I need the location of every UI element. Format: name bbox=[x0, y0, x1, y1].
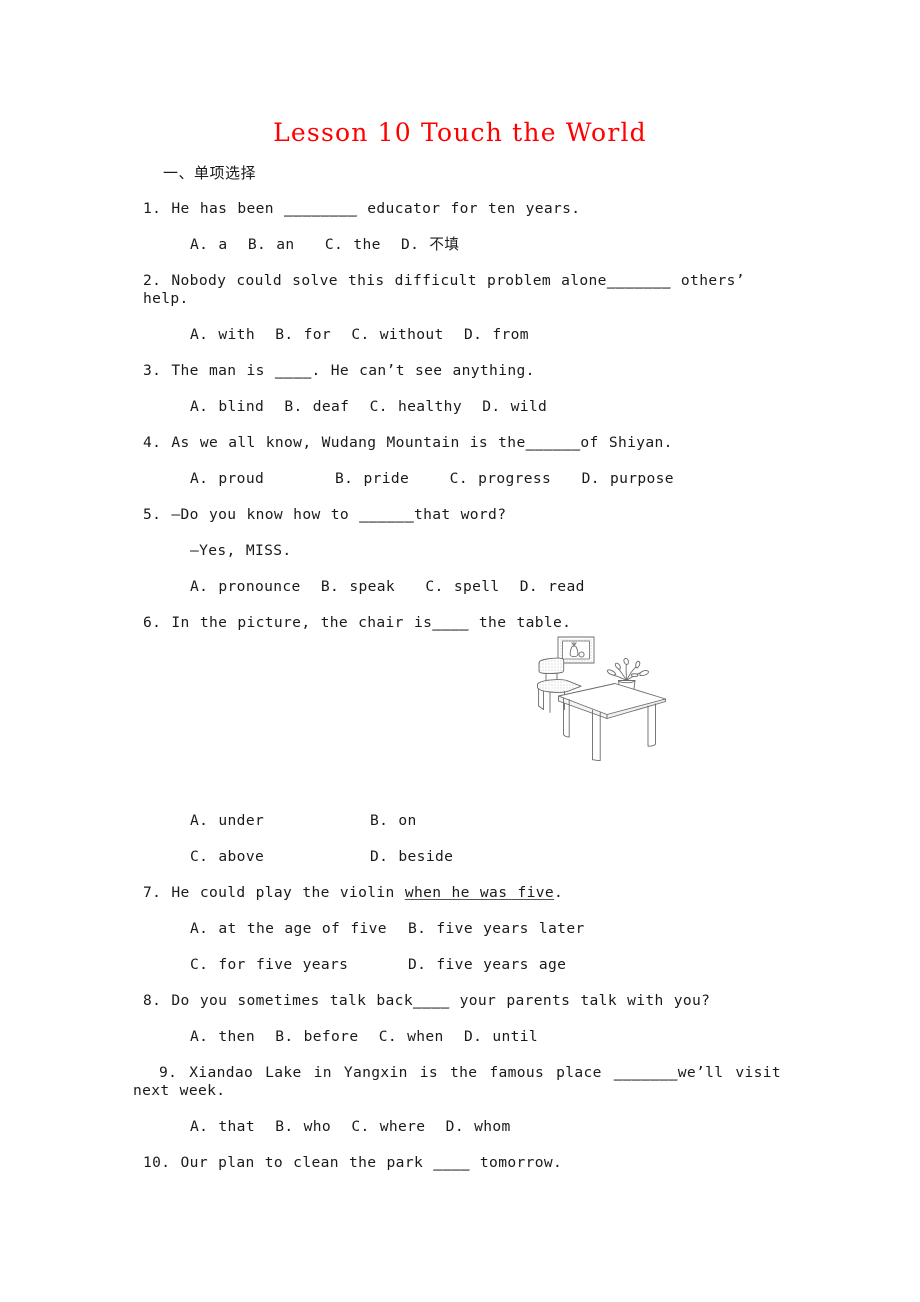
q6-option-d[interactable]: D. beside bbox=[370, 848, 453, 866]
q3-blank[interactable]: ____ bbox=[275, 362, 312, 379]
q6-option-a[interactable]: A. under bbox=[190, 812, 370, 830]
question-6-illustration bbox=[524, 624, 674, 764]
q7-option-c[interactable]: C. for five years bbox=[190, 956, 408, 974]
q7-option-a[interactable]: A. at the age of five bbox=[190, 920, 408, 938]
question-5-reply-line: —Yes, MISS. bbox=[190, 542, 292, 559]
q8-text-after: your parents talk with you? bbox=[449, 992, 711, 1009]
q10-blank[interactable]: ____ bbox=[433, 1154, 470, 1171]
q4-blank[interactable]: ______ bbox=[526, 434, 581, 451]
question-9-stem: 9. Xiandao Lake in Yangxin is the famous… bbox=[133, 1064, 781, 1100]
q5-text-before: 5. —Do you know how to bbox=[143, 506, 360, 523]
page-title: Lesson 10 Touch the World bbox=[273, 118, 647, 147]
question-5-options[interactable]: A. pronounce B. speak C. spell D. read bbox=[133, 578, 747, 596]
q3-text-after: . He can’t see anything. bbox=[311, 362, 535, 379]
q6-blank[interactable]: ____ bbox=[432, 614, 469, 631]
q4-text-before: 4. As we all know, Wudang Mountain is th… bbox=[143, 434, 526, 451]
question-6-options-row-2[interactable]: C. above D. beside bbox=[133, 848, 747, 866]
q5-blank[interactable]: ______ bbox=[359, 506, 414, 523]
question-7-stem: 7. He could play the violin when he was … bbox=[133, 884, 747, 902]
table-icon bbox=[558, 683, 666, 762]
q2-blank[interactable]: _______ bbox=[607, 272, 671, 289]
question-8-stem: 8. Do you sometimes talk back____ your p… bbox=[133, 992, 747, 1010]
q1-blank[interactable]: ________ bbox=[284, 200, 357, 217]
q7-text-before: 7. He could play the violin bbox=[143, 884, 405, 901]
question-1-stem: 1. He has been ________ educator for ten… bbox=[133, 200, 747, 218]
q1-text-after: educator for ten years. bbox=[357, 200, 581, 217]
q7-underlined-phrase: when he was five bbox=[404, 884, 555, 901]
q10-text-after: tomorrow. bbox=[469, 1154, 563, 1171]
question-8-options[interactable]: A. then B. before C. when D. until bbox=[133, 1028, 747, 1046]
question-3-stem: 3. The man is ____. He can’t see anythin… bbox=[133, 362, 747, 380]
q1-text-before: 1. He has been bbox=[143, 200, 285, 217]
q6-option-b[interactable]: B. on bbox=[370, 812, 417, 830]
q6-text-before: 6. In the picture, the chair is bbox=[143, 614, 433, 631]
q9-text-before: 9. Xiandao Lake in Yangxin is the famous… bbox=[159, 1064, 614, 1081]
q2-text-before: 2. Nobody could solve this difficult pro… bbox=[143, 272, 607, 289]
question-1-options[interactable]: A. a B. an C. the D. 不填 bbox=[133, 236, 747, 254]
q4-text-after: of Shiyan. bbox=[580, 434, 673, 451]
question-4-options[interactable]: A. proud B. pride C. progress D. purpose bbox=[133, 470, 747, 488]
q7-option-d[interactable]: D. five years age bbox=[408, 956, 566, 974]
q7-option-b[interactable]: B. five years later bbox=[408, 920, 585, 938]
room-scene-svg bbox=[537, 636, 666, 762]
question-7-options-row-2[interactable]: C. for five years D. five years age bbox=[133, 956, 747, 974]
q5-text-after: that word? bbox=[413, 506, 507, 523]
question-7-options-row-1[interactable]: A. at the age of five B. five years late… bbox=[133, 920, 747, 938]
q9-blank[interactable]: _______ bbox=[614, 1064, 678, 1081]
document-page: Lesson 10 Touch the World 一、单项选择 1. He h… bbox=[0, 0, 920, 1302]
question-4-stem: 4. As we all know, Wudang Mountain is th… bbox=[133, 434, 747, 452]
question-5-stem: 5. —Do you know how to ______that word? bbox=[133, 506, 747, 524]
question-2-options[interactable]: A. with B. for C. without D. from bbox=[133, 326, 747, 344]
q7-text-after: . bbox=[554, 884, 564, 901]
question-6-options-row-1[interactable]: A. under B. on bbox=[133, 812, 747, 830]
question-9-options[interactable]: A. that B. who C. where D. whom bbox=[133, 1118, 747, 1136]
q3-text-before: 3. The man is bbox=[143, 362, 275, 379]
q10-text-before: 10. Our plan to clean the park bbox=[143, 1154, 434, 1171]
question-3-options[interactable]: A. blind B. deaf C. healthy D. wild bbox=[133, 398, 747, 416]
section-heading-multiple-choice: 一、单项选择 bbox=[163, 164, 257, 182]
q6-option-c[interactable]: C. above bbox=[190, 848, 370, 866]
question-10-stem: 10. Our plan to clean the park ____ tomo… bbox=[133, 1154, 747, 1172]
q8-text-before: 8. Do you sometimes talk back bbox=[143, 992, 413, 1009]
question-2-stem: 2. Nobody could solve this difficult pro… bbox=[133, 272, 747, 308]
q8-blank[interactable]: ____ bbox=[413, 992, 450, 1009]
